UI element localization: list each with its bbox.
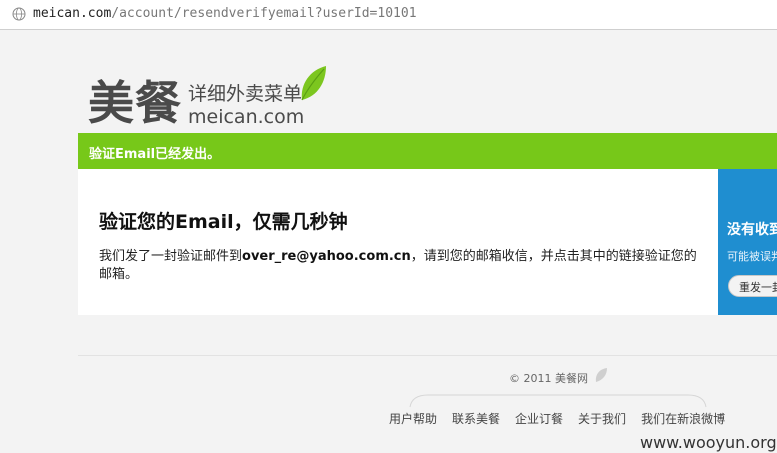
resend-desc: 可能被误判 xyxy=(727,250,777,263)
email-address: over_re@yahoo.com.cn xyxy=(242,249,411,264)
url-text[interactable]: meican.com/account/resendverifyemail?use… xyxy=(33,6,417,21)
footer-links: 用户帮助 联系美餐 企业订餐 关于我们 我们在新浪微博 xyxy=(389,410,740,427)
page: meican.com/account/resendverifyemail?use… xyxy=(0,0,777,453)
footer-link-enterprise[interactable]: 企业订餐 xyxy=(515,412,563,426)
footer-link-help[interactable]: 用户帮助 xyxy=(389,412,437,426)
notice-text: 验证Email已经发出。 xyxy=(89,147,221,162)
resend-panel: 没有收到 可能被误判 重发一封 xyxy=(718,169,777,315)
copyright: © 2011 美餐网 xyxy=(509,372,588,385)
logo-brand[interactable]: 美餐 xyxy=(88,75,182,131)
leaf-icon xyxy=(301,66,326,101)
footer-link-weibo[interactable]: 我们在新浪微博 xyxy=(641,412,725,426)
verify-message: 我们发了一封验证邮件到over_re@yahoo.com.cn，请到您的邮箱收信… xyxy=(99,248,709,284)
resend-button[interactable]: 重发一封 xyxy=(728,275,777,297)
verify-panel: 验证您的Email，仅需几秒钟 我们发了一封验证邮件到over_re@yahoo… xyxy=(78,169,718,315)
notice-bar: 验证Email已经发出。 xyxy=(78,133,777,169)
globe-icon xyxy=(12,7,26,21)
address-bar[interactable]: meican.com/account/resendverifyemail?use… xyxy=(0,0,777,30)
resend-title: 没有收到 xyxy=(727,222,777,238)
footer-link-contact[interactable]: 联系美餐 xyxy=(452,412,500,426)
small-leaf-icon xyxy=(595,368,607,382)
message-prefix: 我们发了一封验证邮件到 xyxy=(99,249,243,264)
footer-link-about[interactable]: 关于我们 xyxy=(578,412,626,426)
logo-domain: meican.com xyxy=(188,106,305,128)
footer-arc xyxy=(409,394,707,408)
url-path: /account/resendverifyemail?userId=10101 xyxy=(111,6,417,21)
logo-tagline: 详细外卖菜单 xyxy=(188,83,303,105)
url-domain: meican.com xyxy=(33,6,112,21)
watermark: www.wooyun.org xyxy=(640,433,777,452)
page-title: 验证您的Email，仅需几秒钟 xyxy=(99,211,348,233)
footer-divider xyxy=(78,355,777,356)
